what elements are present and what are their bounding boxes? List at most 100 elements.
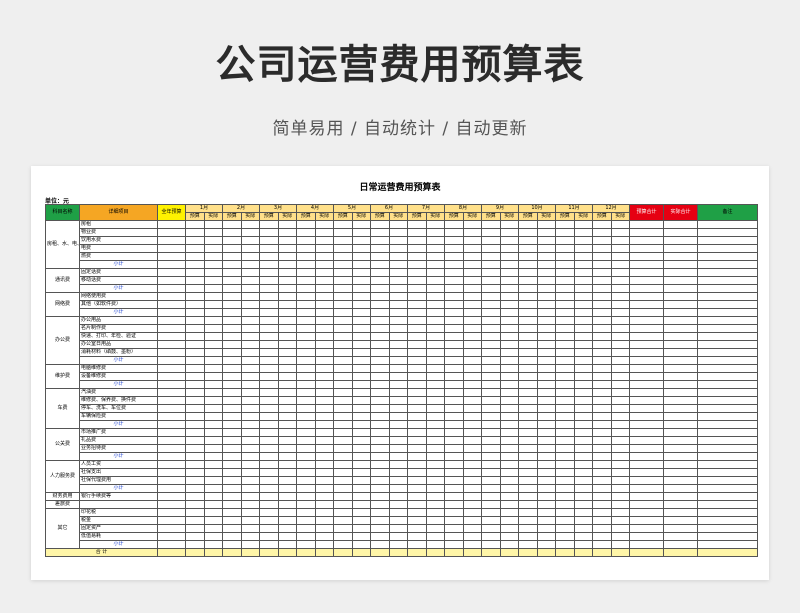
table-cell: [240, 348, 260, 357]
subtotal-label: 小计: [79, 484, 158, 493]
table-cell: [351, 476, 371, 485]
table-cell: [462, 396, 482, 405]
table-cell: [222, 444, 242, 453]
table-cell: [259, 468, 279, 477]
table-row: 办公费 办公用品: [45, 316, 758, 365]
table-cell: [573, 540, 593, 549]
table-cell: [462, 316, 482, 325]
table-cell: [333, 236, 353, 245]
table-cell: [296, 308, 316, 317]
table-cell: [314, 300, 334, 309]
table-cell: [370, 244, 390, 253]
table-cell: [240, 460, 260, 469]
table-cell: [314, 508, 334, 517]
table-cell: [259, 316, 279, 325]
table-cell: [481, 476, 501, 485]
table-cell: [610, 404, 630, 413]
table-cell: [185, 356, 205, 365]
table-cell: [610, 316, 630, 325]
table-cell: [425, 460, 445, 469]
table-cell: [518, 476, 538, 485]
table-cell: [573, 516, 593, 525]
table-cell: [277, 300, 297, 309]
table-cell: [296, 364, 316, 373]
table-cell: [407, 436, 427, 445]
table-cell: [296, 452, 316, 461]
table-cell: [629, 388, 664, 397]
table-cell: [222, 252, 242, 261]
table-cell: [663, 308, 698, 317]
table-cell: [592, 308, 612, 317]
table-cell: [351, 396, 371, 405]
table-cell: [259, 308, 279, 317]
table-cell: [444, 324, 464, 333]
table-cell: [351, 532, 371, 541]
table-cell: [481, 220, 501, 229]
table-row: 固定资产: [46, 524, 758, 533]
table-row: 电费: [46, 244, 758, 253]
table-cell: [610, 492, 630, 501]
subtotal-label: 小计: [79, 356, 158, 365]
table-cell: [555, 308, 575, 317]
table-cell: [573, 428, 593, 437]
table-cell: [573, 292, 593, 301]
table-cell: [185, 476, 205, 485]
table-cell: [462, 500, 482, 509]
table-cell: [610, 388, 630, 397]
table-cell: [425, 276, 445, 285]
table-cell: [481, 444, 501, 453]
table-cell: [157, 436, 186, 445]
table-cell: [351, 332, 371, 341]
table-cell: [407, 460, 427, 469]
table-row: 公关费 市场推广费: [45, 428, 758, 461]
table-cell: [425, 396, 445, 405]
table-cell: [185, 332, 205, 341]
table-cell: [185, 244, 205, 253]
table-cell: [222, 420, 242, 429]
table-cell: [499, 428, 519, 437]
table-cell: [351, 300, 371, 309]
table-cell: [555, 540, 575, 549]
detail-cell: 饮用水费: [79, 236, 158, 245]
table-cell: [259, 292, 279, 301]
table-cell: [592, 220, 612, 229]
table-cell: [536, 420, 556, 429]
table-cell: [697, 476, 758, 485]
table-cell: [351, 548, 371, 557]
table-cell: [481, 388, 501, 397]
table-cell: [259, 348, 279, 357]
table-cell: [610, 508, 630, 517]
table-cell: [536, 404, 556, 413]
table-cell: [462, 516, 482, 525]
table-cell: [425, 500, 445, 509]
table-cell: [314, 548, 334, 557]
table-cell: [536, 260, 556, 269]
table-cell: [629, 468, 664, 477]
table-cell: [240, 404, 260, 413]
table-cell: [407, 452, 427, 461]
table-cell: [277, 420, 297, 429]
table-cell: [592, 516, 612, 525]
table-cell: [518, 444, 538, 453]
table-cell: [296, 540, 316, 549]
table-cell: [388, 452, 408, 461]
table-cell: [370, 228, 390, 237]
table-cell: [629, 540, 664, 549]
table-cell: [185, 548, 205, 557]
table-cell: [610, 516, 630, 525]
table-cell: [157, 428, 186, 437]
table-cell: [314, 452, 334, 461]
table-cell: [333, 548, 353, 557]
table-cell: [240, 308, 260, 317]
table-cell: [555, 300, 575, 309]
table-cell: [277, 508, 297, 517]
table-cell: [518, 524, 538, 533]
table-cell: [277, 324, 297, 333]
table-cell: [697, 316, 758, 325]
table-cell: [481, 524, 501, 533]
category-cell: 房租、水、电、燃、气费: [45, 220, 80, 269]
table-cell: [697, 492, 758, 501]
table-cell: [536, 380, 556, 389]
table-cell: [333, 452, 353, 461]
table-cell: [333, 540, 353, 549]
